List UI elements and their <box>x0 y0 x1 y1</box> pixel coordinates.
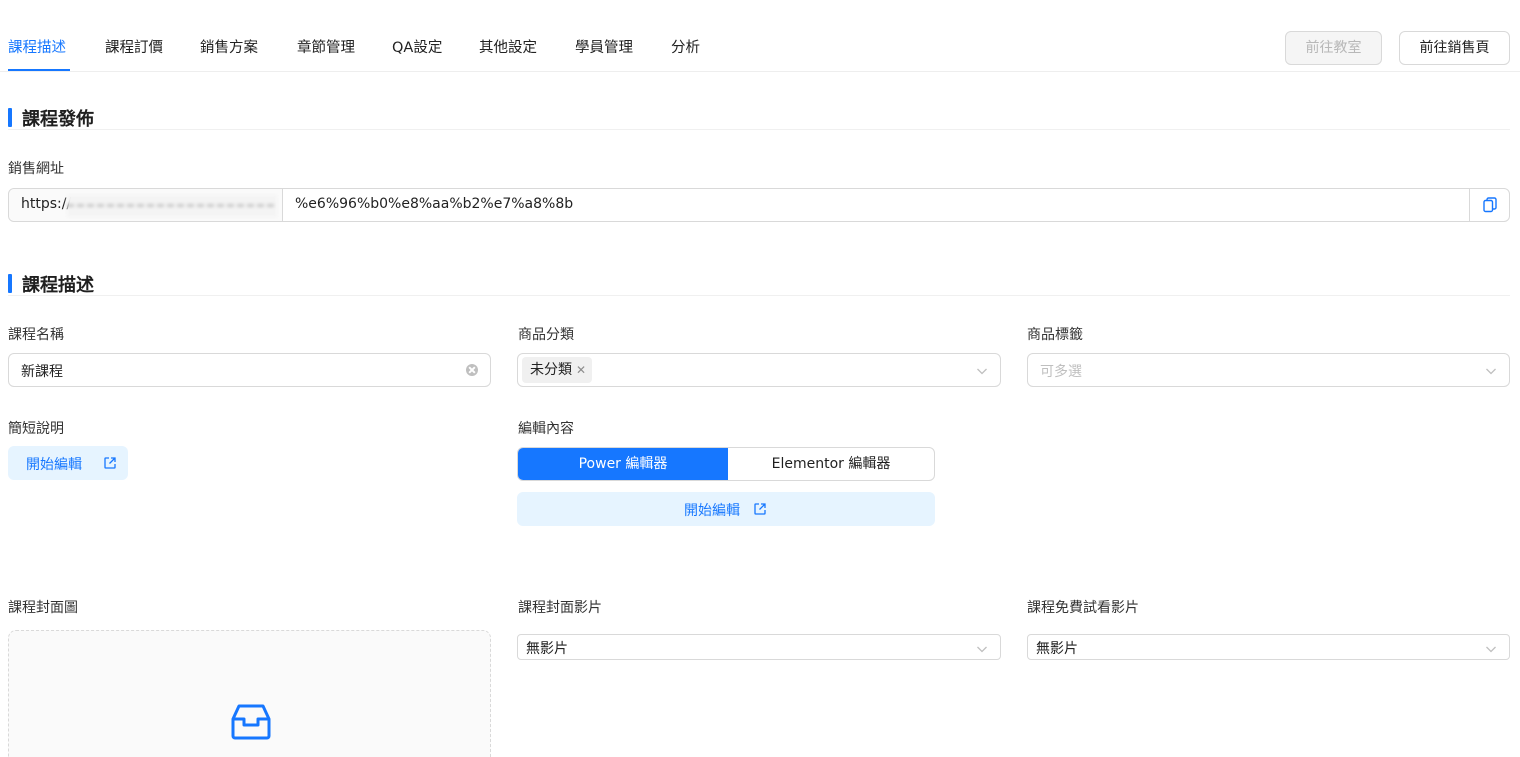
active-tab-indicator <box>8 69 70 71</box>
tags-label: 商品標籤 <box>1027 327 1083 343</box>
course-name-label: 課程名稱 <box>8 327 64 343</box>
external-link-icon <box>104 457 116 469</box>
close-icon[interactable]: ✕ <box>576 357 586 383</box>
cover-video-select[interactable]: 無影片 <box>517 634 1001 660</box>
trial-video-select[interactable]: 無影片 <box>1027 634 1510 660</box>
sales-url-label: 銷售網址 <box>8 161 64 177</box>
tab-analytics[interactable]: 分析 <box>671 36 700 57</box>
chevron-down-icon <box>1486 368 1496 375</box>
cover-video-label: 課程封面影片 <box>518 600 602 616</box>
tab-qa-settings[interactable]: QA設定 <box>392 36 442 57</box>
trial-video-label: 課程免費試看影片 <box>1027 600 1139 616</box>
goto-classroom-button[interactable]: 前往教室 <box>1285 31 1382 65</box>
tags-select[interactable]: 可多選 <box>1027 353 1510 387</box>
url-prefix-addon: https:// <box>9 189 283 221</box>
course-name-value: 新課程 <box>21 364 63 380</box>
tab-other-settings[interactable]: 其他設定 <box>479 36 537 57</box>
short-description-label: 簡短說明 <box>8 421 64 437</box>
section-accent-bar <box>8 274 12 293</box>
edit-button-label: 開始編輯 <box>26 457 82 473</box>
power-editor-option[interactable]: Power 編輯器 <box>518 448 728 480</box>
cover-image-upload[interactable] <box>8 630 491 757</box>
trial-video-value: 無影片 <box>1036 641 1078 657</box>
chevron-down-icon <box>977 368 987 375</box>
cover-image-label: 課程封面圖 <box>8 600 78 616</box>
editor-type-switch: Power 編輯器 Elementor 編輯器 <box>517 447 935 481</box>
section-title: 課程描述 <box>22 275 94 296</box>
url-slug-value[interactable]: %e6%96%b0%e8%aa%b2%e7%a8%8b <box>295 196 573 212</box>
short-description-edit-button[interactable]: 開始編輯 <box>8 446 128 480</box>
content-edit-button[interactable]: 開始編輯 <box>517 492 935 526</box>
tab-chapters[interactable]: 章節管理 <box>297 36 355 57</box>
inbox-icon <box>231 704 271 740</box>
url-prefix-text: https:// <box>21 196 72 212</box>
clear-icon[interactable] <box>466 364 478 376</box>
category-label: 商品分類 <box>518 327 574 343</box>
course-name-input[interactable]: 新課程 <box>8 353 491 387</box>
copy-url-button[interactable] <box>1469 189 1509 221</box>
tab-students[interactable]: 學員管理 <box>575 36 633 57</box>
category-select[interactable]: 未分類 ✕ <box>517 353 1001 387</box>
chevron-down-icon <box>1486 646 1496 653</box>
tab-course-description[interactable]: 課程描述 <box>8 36 66 57</box>
url-redacted-domain <box>67 195 277 217</box>
tab-bar: 課程描述 課程訂價 銷售方案 章節管理 QA設定 其他設定 學員管理 分析 前往… <box>0 0 1520 72</box>
external-link-icon <box>754 503 766 515</box>
edit-button-label: 開始編輯 <box>684 503 740 519</box>
tab-course-pricing[interactable]: 課程訂價 <box>105 36 163 57</box>
section-title: 課程發佈 <box>22 109 94 130</box>
tags-placeholder: 可多選 <box>1040 364 1082 380</box>
category-tag: 未分類 ✕ <box>522 357 593 383</box>
tab-sales-plans[interactable]: 銷售方案 <box>200 36 258 57</box>
section-accent-bar <box>8 108 12 127</box>
copy-icon <box>1483 197 1497 213</box>
category-tag-label: 未分類 <box>530 362 572 378</box>
chevron-down-icon <box>977 646 987 653</box>
edit-content-label: 編輯內容 <box>518 421 574 437</box>
section-header-publish: 課程發佈 <box>8 108 1510 130</box>
goto-sales-page-button[interactable]: 前往銷售頁 <box>1399 31 1510 65</box>
elementor-editor-option[interactable]: Elementor 編輯器 <box>728 448 934 480</box>
cover-video-value: 無影片 <box>526 641 568 657</box>
section-header-description: 課程描述 <box>8 274 1510 296</box>
sales-url-field: https:// %e6%96%b0%e8%aa%b2%e7%a8%8b <box>8 188 1510 222</box>
